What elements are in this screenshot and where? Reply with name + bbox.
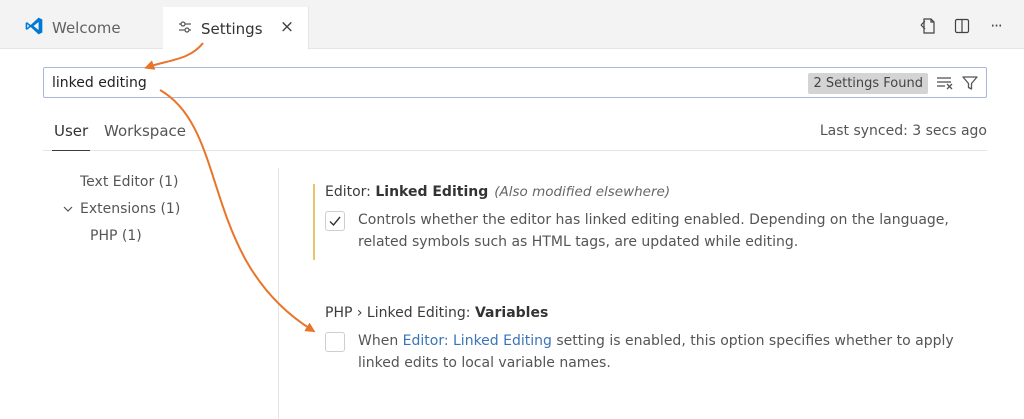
settings-search-box: 2 Settings Found [43, 67, 987, 98]
split-editor-icon[interactable] [952, 16, 972, 36]
toc-item-extensions-label: Extensions (1) [80, 201, 181, 217]
desc-prefix: When [358, 333, 403, 349]
tab-welcome-label: Welcome [52, 19, 121, 37]
editor-actions: ··· [918, 16, 1006, 36]
toc-divider [278, 168, 279, 419]
settings-scope-tabs: User Workspace Last synced: 3 secs ago [43, 118, 987, 151]
tab-user[interactable]: User [52, 122, 91, 151]
editor-tab-bar: Welcome Settings × ··· [0, 0, 1024, 50]
setting-php-linked-editing-variables: PHP › Linked Editing: Variables When Edi… [325, 305, 975, 374]
settings-sliders-icon [177, 19, 193, 39]
settings-found-badge: 2 Settings Found [808, 73, 928, 94]
setting-title: PHP › Linked Editing: Variables [325, 305, 975, 321]
toc-item-php[interactable]: PHP (1) [90, 228, 142, 244]
filter-icon[interactable] [960, 73, 980, 93]
check-icon [329, 216, 341, 227]
setting-body: Controls whether the editor has linked e… [325, 209, 975, 253]
tab-workspace[interactable]: Workspace [104, 122, 186, 151]
modified-indicator [313, 184, 315, 260]
last-synced-status: Last synced: 3 secs ago [819, 123, 987, 139]
setting-description: When Editor: Linked Editing setting is e… [358, 330, 978, 374]
clear-search-icon[interactable] [934, 73, 956, 93]
tab-settings-label: Settings [201, 19, 263, 38]
setting-name: Linked Editing [375, 184, 489, 200]
settings-search-input[interactable] [52, 72, 812, 94]
setting-category: Editor: [325, 184, 376, 200]
setting-category: PHP › Linked Editing: [325, 305, 475, 321]
tab-welcome[interactable]: Welcome [14, 7, 160, 49]
tab-settings[interactable]: Settings × [163, 7, 309, 50]
open-settings-json-icon[interactable] [918, 16, 938, 36]
close-icon[interactable]: × [278, 17, 296, 37]
vscode-logo-icon [24, 16, 44, 40]
setting-description: Controls whether the editor has linked e… [358, 212, 949, 250]
editor-linked-editing-link[interactable]: Editor: Linked Editing [403, 333, 552, 349]
modified-elsewhere-link[interactable]: (Also modified elsewhere) [494, 184, 670, 200]
linked-editing-checkbox[interactable] [325, 211, 345, 231]
toc-item-extensions[interactable]: Extensions (1) [60, 201, 180, 217]
chevron-down-icon [60, 201, 76, 217]
setting-title: Editor: Linked Editing (Also modified els… [325, 184, 975, 200]
setting-body: When Editor: Linked Editing setting is e… [325, 330, 975, 374]
setting-name: Variables [474, 305, 549, 321]
setting-editor-linked-editing: Editor: Linked Editing (Also modified els… [325, 184, 975, 253]
toc-item-text-editor[interactable]: Text Editor (1) [80, 174, 178, 190]
php-linked-editing-variables-checkbox[interactable] [325, 332, 345, 352]
more-actions-icon[interactable]: ··· [986, 16, 1006, 36]
